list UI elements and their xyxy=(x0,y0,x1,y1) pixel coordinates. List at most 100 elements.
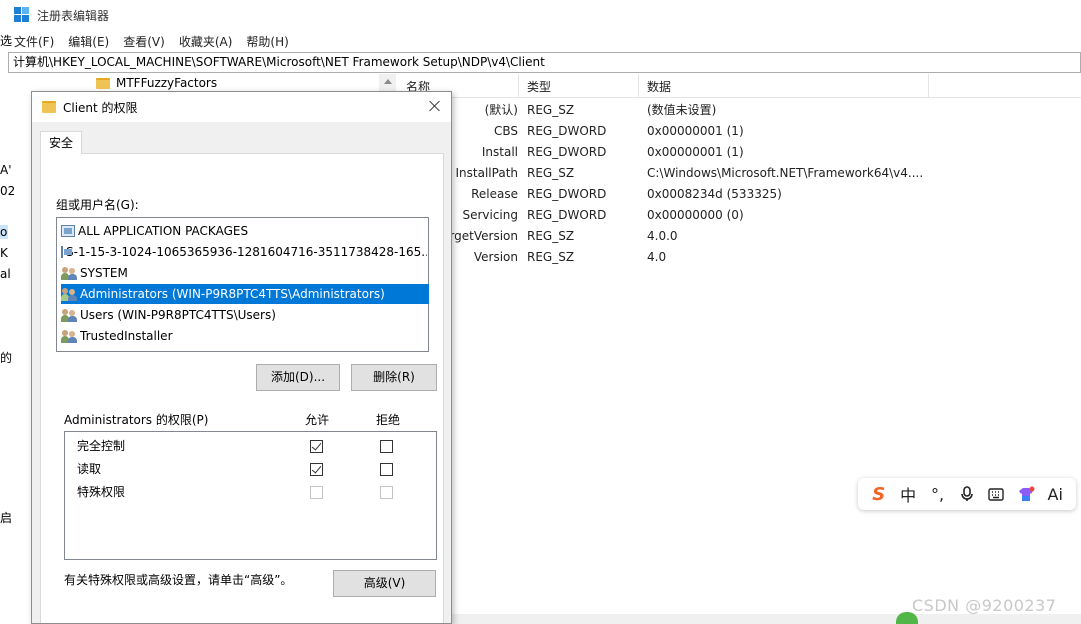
user-list-item[interactable]: Administrators (WIN-P9R8PTC4TTS\Administ… xyxy=(61,284,429,304)
window-title: 注册表编辑器 xyxy=(37,8,110,23)
permission-row: 读取 xyxy=(65,458,436,481)
user-list-item[interactable]: TrustedInstaller xyxy=(61,326,427,346)
fragment-text: 选 xyxy=(0,34,13,48)
user-name: SYSTEM xyxy=(80,266,128,280)
tab-security[interactable]: 安全 xyxy=(40,131,82,154)
remove-button[interactable]: 删除(R) xyxy=(351,364,437,391)
value-type: REG_SZ xyxy=(527,166,575,180)
skin-icon[interactable] xyxy=(1014,486,1038,502)
value-data: C:\Windows\Microsoft.NET\Framework64\v4.… xyxy=(647,166,924,180)
deny-checkbox[interactable] xyxy=(380,440,393,453)
value-data: 4.0 xyxy=(647,250,667,264)
menu-favorites[interactable]: 收藏夹(A) xyxy=(179,33,233,50)
window-titlebar: 注册表编辑器 xyxy=(0,0,1081,30)
permission-row: 完全控制 xyxy=(65,435,436,458)
value-name-text: Install xyxy=(481,145,518,159)
table-row[interactable]: (默认) REG_SZ (数值未设置) xyxy=(398,100,1081,121)
deny-column-header: 拒绝 xyxy=(376,413,401,427)
value-type: REG_SZ xyxy=(527,103,575,117)
value-name-text: CBS xyxy=(493,124,518,138)
dialog-title: Client 的权限 xyxy=(63,100,138,115)
value-type: REG_DWORD xyxy=(527,187,607,201)
fragment-text: A' xyxy=(0,163,12,177)
value-name-text: Release xyxy=(471,187,518,201)
regedit-app-icon xyxy=(14,7,30,23)
allow-checkbox xyxy=(310,486,323,499)
deny-checkbox[interactable] xyxy=(380,463,393,476)
permission-name: 读取 xyxy=(77,462,102,476)
menu-view[interactable]: 查看(V) xyxy=(123,33,165,50)
background-window-fragment: 选 A' 02 o K al 的 启 xyxy=(0,34,32,624)
scroll-up-icon[interactable] xyxy=(384,79,392,84)
table-row[interactable]: Release REG_DWORD 0x0008234d (533325) xyxy=(398,184,1081,205)
table-row[interactable]: Servicing REG_DWORD 0x00000000 (0) xyxy=(398,205,1081,226)
security-panel: 组或用户名(G): ALL APPLICATION PACKAGES S-1-15… xyxy=(40,153,444,623)
allow-checkbox[interactable] xyxy=(310,440,323,453)
value-data: 4.0.0 xyxy=(647,229,678,243)
horizontal-scrollbar[interactable] xyxy=(452,614,1081,624)
menu-file[interactable]: 文件(F) xyxy=(14,33,54,50)
sogou-logo-icon[interactable]: S xyxy=(867,484,891,505)
address-bar[interactable]: 计算机\HKEY_LOCAL_MACHINE\SOFTWARE\Microsof… xyxy=(8,52,1081,73)
keyboard-icon[interactable] xyxy=(984,487,1008,501)
permissions-label: Administrators 的权限(P) xyxy=(64,413,209,427)
advanced-button[interactable]: 高级(V) xyxy=(333,570,436,597)
value-name-text: (默认) xyxy=(484,103,518,117)
folder-icon xyxy=(42,101,56,113)
value-type: REG_SZ xyxy=(527,250,575,264)
user-list-item[interactable]: ALL APPLICATION PACKAGES xyxy=(61,221,427,241)
permission-row: 特殊权限 xyxy=(65,481,436,504)
package-icon xyxy=(61,225,75,237)
ime-toolbar: S 中 °, Ai xyxy=(858,478,1076,510)
fragment-text: o xyxy=(0,225,8,239)
user-name: Administrators (WIN-P9R8PTC4TTS\Administ… xyxy=(80,287,385,301)
value-name-text: Servicing xyxy=(462,208,518,222)
value-data: 0x00000001 (1) xyxy=(647,124,744,138)
permissions-list: 完全控制读取特殊权限 xyxy=(64,431,437,560)
package-icon xyxy=(61,246,72,258)
table-row[interactable]: Version REG_SZ 4.0 xyxy=(398,247,1081,268)
values-list: 名称 类型 数据 (默认) REG_SZ (数值未设置) CBS REG_DWORD 0x… xyxy=(398,74,1081,624)
user-name: ALL APPLICATION PACKAGES xyxy=(78,224,249,238)
table-row[interactable]: CBS REG_DWORD 0x00000001 (1) xyxy=(398,121,1081,142)
fragment-text: K xyxy=(0,246,8,260)
value-name-text: Version xyxy=(473,250,518,264)
user-list[interactable]: ALL APPLICATION PACKAGES S-1-15-3-1024-10… xyxy=(56,217,429,352)
table-row[interactable]: TargetVersion REG_SZ 4.0.0 xyxy=(398,226,1081,247)
permissions-dialog: Client 的权限 安全 组或用户名(G): ALL APPLICATION … xyxy=(31,91,452,624)
menu-edit[interactable]: 编辑(E) xyxy=(68,33,109,50)
menu-bar: 文件(F) 编辑(E) 查看(V) 收藏夹(A) 帮助(H) xyxy=(0,30,1081,52)
add-button[interactable]: 添加(D)... xyxy=(256,364,340,391)
user-name: TrustedInstaller xyxy=(80,329,173,343)
users-icon xyxy=(61,308,77,322)
user-name: S-1-15-3-1024-1065365936-1281604716-3511… xyxy=(66,245,427,259)
ime-punctuation[interactable]: °, xyxy=(926,485,950,504)
value-data: (数值未设置) xyxy=(647,103,717,117)
user-list-item[interactable]: S-1-15-3-1024-1065365936-1281604716-3511… xyxy=(61,242,427,262)
column-header-data[interactable]: 数据 xyxy=(639,74,929,98)
table-row[interactable]: Install REG_DWORD 0x00000001 (1) xyxy=(398,142,1081,163)
tree-item[interactable]: MTFFuzzyFactors xyxy=(96,76,217,90)
column-header-type[interactable]: 类型 xyxy=(519,74,639,98)
values-list-header: 名称 类型 数据 xyxy=(398,74,1081,98)
table-row[interactable]: InstallPath REG_SZ C:\Windows\Microsoft.NE… xyxy=(398,163,1081,184)
advanced-note: 有关特殊权限或高级设置，请单击“高级”。 xyxy=(64,573,293,587)
permission-name: 特殊权限 xyxy=(77,485,126,499)
fragment-text: 的 xyxy=(0,351,13,365)
microphone-icon[interactable] xyxy=(955,486,979,502)
ime-chinese-mode[interactable]: 中 xyxy=(896,482,920,506)
fragment-text: 02 xyxy=(0,184,16,198)
close-icon[interactable] xyxy=(427,98,443,114)
value-type: REG_SZ xyxy=(527,229,575,243)
user-list-item[interactable]: SYSTEM xyxy=(61,263,427,283)
user-list-item[interactable]: Users (WIN-P9R8PTC4TTS\Users) xyxy=(61,305,427,325)
allow-checkbox[interactable] xyxy=(310,463,323,476)
value-type: REG_DWORD xyxy=(527,124,607,138)
deny-checkbox xyxy=(380,486,393,499)
menu-help[interactable]: 帮助(H) xyxy=(246,33,288,50)
users-icon xyxy=(61,266,77,280)
value-data: 0x0008234d (533325) xyxy=(647,187,782,201)
value-type: REG_DWORD xyxy=(527,145,607,159)
ai-assistant-button[interactable]: Ai xyxy=(1043,485,1067,504)
group-users-label: 组或用户名(G): xyxy=(56,198,139,212)
